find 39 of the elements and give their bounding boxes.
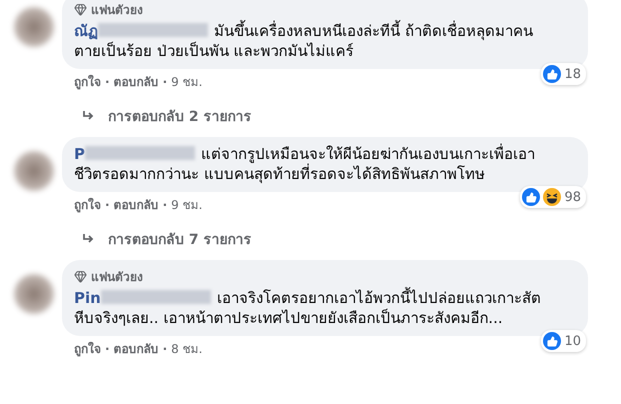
avatar[interactable] xyxy=(14,151,54,191)
avatar[interactable] xyxy=(14,7,54,47)
separator-dot: · xyxy=(162,197,168,214)
reaction-pill[interactable]: 10 xyxy=(541,330,586,352)
fan-badge-label: แฟนตัวยง xyxy=(91,269,143,286)
separator-dot: · xyxy=(162,341,168,358)
comment-text: P แต่จากรูปเหมือนจะให้ผีน้อยฆ่ากันเองบนเกาะเพื่อเอาชีวิตรอดมากกว่านะ แบบคนสุดท้ายที่รอดจะได้สิทธิพันสภาพโทษ xyxy=(74,144,536,184)
fan-badge-label: แฟนตัวยง xyxy=(91,2,143,19)
like-icon xyxy=(543,65,562,83)
separator-dot: · xyxy=(162,74,168,91)
reaction-pill[interactable]: 98 xyxy=(520,186,586,208)
separator-dot: · xyxy=(105,74,110,91)
timestamp: 9 ชม. xyxy=(171,197,202,214)
diamond-icon xyxy=(74,3,87,16)
timestamp: 8 ชม. xyxy=(171,341,202,358)
action-link[interactable]: ตอบกลับ xyxy=(114,73,159,91)
laughing-face-icon xyxy=(543,188,562,206)
avatar[interactable] xyxy=(14,274,54,314)
reaction-pill[interactable]: 18 xyxy=(541,63,586,85)
comment-text: ณัฏ มันขึ้นเครื่องหลบหนีเองล่ะทีนี้ ถ้าติดเชื่อหลุดมาคน ตายเป็นร้อย ป่วยเป็นพัน และพวกมันไม่แคร์ xyxy=(74,21,534,61)
timestamp: 9 ชม. xyxy=(171,74,202,91)
reply-arrow-icon xyxy=(82,111,94,121)
action-link[interactable]: ถูกใจ xyxy=(74,73,101,91)
separator-dot: · xyxy=(105,341,110,358)
author-name[interactable]: ณัฏ xyxy=(74,22,98,40)
replies-link[interactable]: การตอบกลับ 7 รายการ xyxy=(62,214,588,260)
author-name[interactable]: Pin xyxy=(74,289,101,307)
action-link[interactable]: ถูกใจ xyxy=(74,340,101,358)
like-icon xyxy=(543,332,562,350)
like-icon xyxy=(522,188,540,206)
replies-link[interactable]: การตอบกลับ 2 รายการ xyxy=(62,91,588,137)
separator-dot: · xyxy=(105,197,110,214)
comment-text: Pin เอาจริงโคตรอยากเอาไอ้พวกนี้ไปปล่อยแถวเกาะสัตหีบจริงๆเลย.. เอาหน้าตาประเทศไปขายยังเสือกเป็นภาระสังคมอีก... xyxy=(74,288,542,328)
action-link[interactable]: ตอบกลับ xyxy=(114,196,159,214)
action-link[interactable]: ตอบกลับ xyxy=(114,340,159,358)
author-name[interactable]: P xyxy=(74,145,85,163)
diamond-icon xyxy=(74,270,87,283)
action-link[interactable]: ถูกใจ xyxy=(74,196,101,214)
reply-arrow-icon xyxy=(82,234,94,244)
